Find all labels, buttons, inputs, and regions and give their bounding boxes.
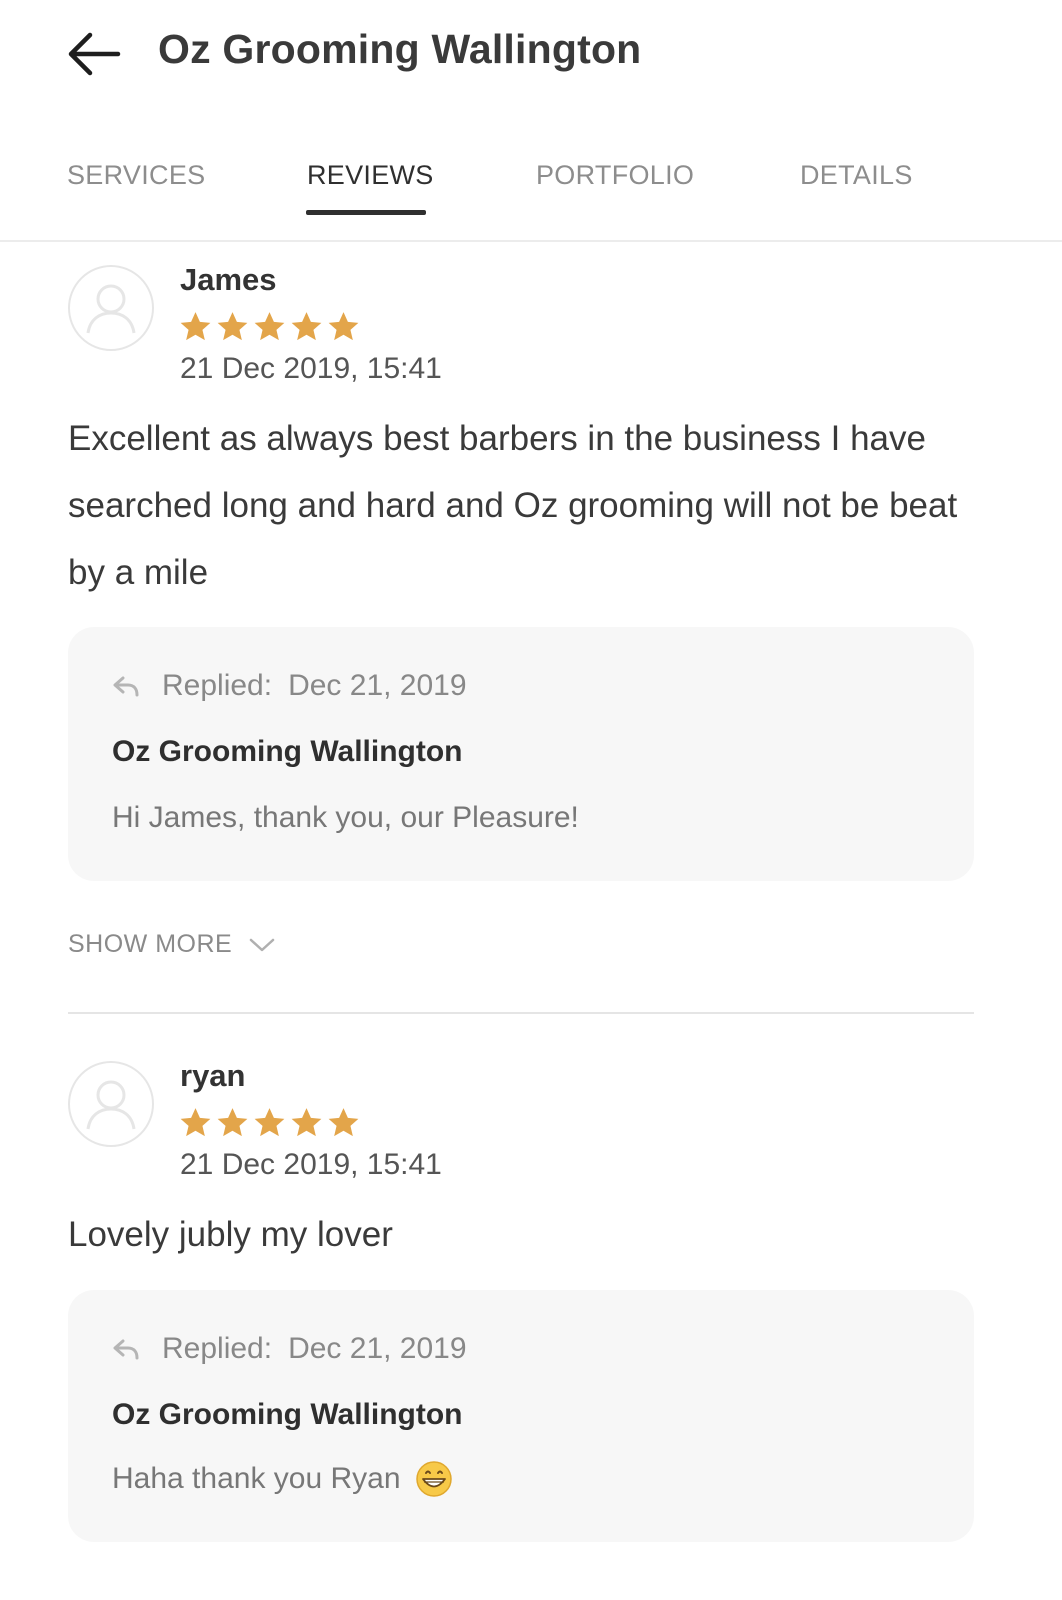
- user-placeholder-icon: [86, 1080, 136, 1130]
- reply-label: Replied:: [162, 669, 273, 702]
- tab-bar: SERVICES REVIEWS PORTFOLIO DETAILS: [0, 140, 1062, 242]
- tab-portfolio[interactable]: PORTFOLIO: [536, 160, 694, 191]
- reply-meta: Replied: Dec 21, 2019: [112, 669, 467, 703]
- reply-owner-name: Oz Grooming Wallington: [112, 735, 463, 768]
- owner-reply: Replied: Dec 21, 2019 Oz Grooming Wallin…: [68, 1290, 974, 1542]
- avatar: [68, 1061, 154, 1147]
- chevron-down-icon: [249, 938, 275, 951]
- show-more-label: SHOW MORE: [68, 930, 233, 958]
- grinning-face-emoji-icon: [415, 1461, 452, 1497]
- star-icon: [254, 312, 285, 341]
- reply-date: Dec 21, 2019: [288, 669, 467, 702]
- reviewer-name: ryan: [180, 1058, 246, 1093]
- star-icon: [254, 1108, 285, 1137]
- star-icon: [180, 1108, 211, 1137]
- user-placeholder-icon: [86, 284, 136, 334]
- star-icon: [217, 1108, 248, 1137]
- star-icon: [328, 1108, 359, 1137]
- owner-reply: Replied: Dec 21, 2019 Oz Grooming Wallin…: [68, 627, 974, 881]
- review-divider: [68, 1012, 974, 1014]
- tab-services[interactable]: SERVICES: [67, 160, 205, 191]
- reply-label: Replied:: [162, 1332, 273, 1365]
- reply-text-content: Haha thank you Ryan: [112, 1462, 401, 1495]
- back-button[interactable]: [66, 30, 122, 78]
- page-title: Oz Grooming Wallington: [158, 26, 642, 72]
- review-date: 21 Dec 2019, 15:41: [180, 1148, 442, 1181]
- star-icon: [291, 1108, 322, 1137]
- star-icon: [328, 312, 359, 341]
- star-icon: [180, 312, 211, 341]
- reply-text: Haha thank you Ryan: [112, 1460, 453, 1498]
- app-header: Oz Grooming Wallington: [0, 0, 1062, 110]
- arrow-left-icon: [68, 32, 121, 76]
- star-icon: [217, 312, 248, 341]
- reviews-page: Oz Grooming Wallington SERVICES REVIEWS …: [0, 0, 1062, 1600]
- reply-text-content: Hi James, thank you, our Pleasure!: [112, 801, 579, 834]
- reply-arrow-icon: [113, 1339, 139, 1360]
- reply-owner-name: Oz Grooming Wallington: [112, 1398, 463, 1431]
- reply-text: Hi James, thank you, our Pleasure!: [112, 801, 579, 835]
- reply-meta: Replied: Dec 21, 2019: [112, 1332, 467, 1366]
- show-more-button[interactable]: SHOW MORE: [68, 930, 276, 959]
- star-rating: [178, 1106, 361, 1140]
- star-rating: [178, 310, 361, 344]
- active-tab-indicator: [306, 210, 426, 215]
- review-text: Excellent as always best barbers in the …: [68, 419, 958, 592]
- review-text: Lovely jubly my lover: [68, 1215, 393, 1254]
- reply-date: Dec 21, 2019: [288, 1332, 467, 1365]
- reviewer-name: James: [180, 262, 277, 297]
- tab-reviews[interactable]: REVIEWS: [307, 160, 434, 191]
- reply-arrow-icon: [113, 676, 139, 697]
- tab-details[interactable]: DETAILS: [800, 160, 913, 191]
- avatar: [68, 265, 154, 351]
- star-icon: [291, 312, 322, 341]
- review-date: 21 Dec 2019, 15:41: [180, 352, 442, 385]
